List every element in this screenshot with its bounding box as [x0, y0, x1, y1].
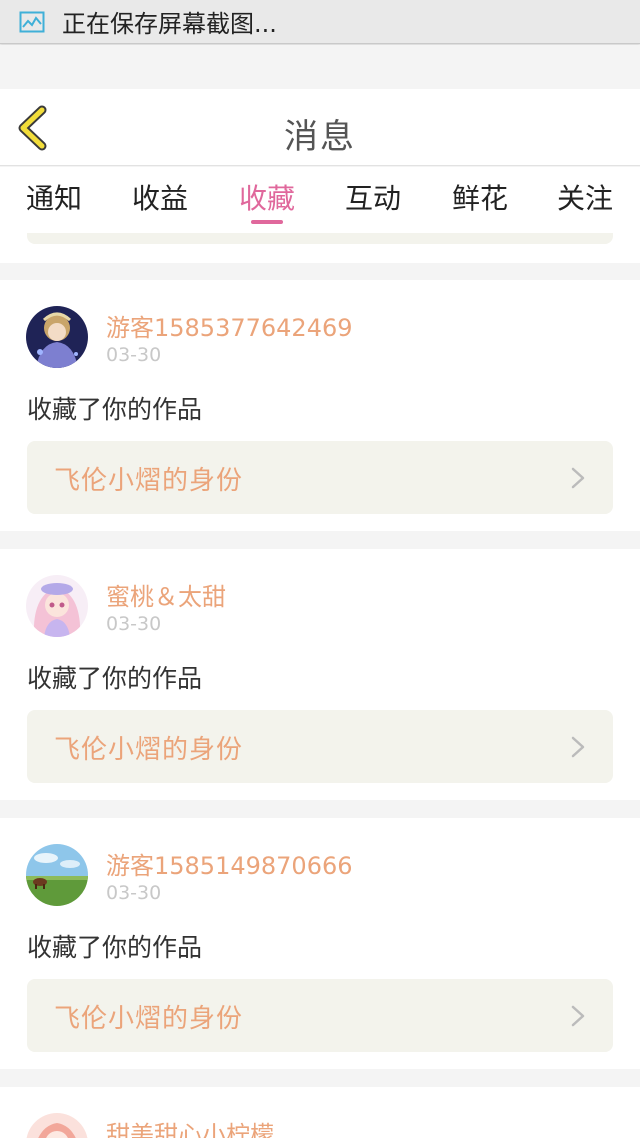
tab-bar: 通知 收益 收藏 互动 鲜花 关注 — [0, 167, 640, 233]
username[interactable]: 游客1585149870666 — [106, 846, 353, 881]
avatar[interactable] — [26, 575, 88, 637]
message-card: 游客1585377642469 03-30 收藏了你的作品 飞伦小熠的身份 — [0, 280, 640, 531]
message-date: 03-30 — [106, 882, 162, 904]
active-tab-indicator — [251, 220, 283, 224]
avatar[interactable] — [26, 1113, 88, 1138]
tab-follows[interactable]: 关注 — [550, 177, 620, 217]
message-text: 收藏了你的作品 — [27, 664, 203, 693]
message-card: 蜜桃＆太甜 03-30 收藏了你的作品 飞伦小熠的身份 — [0, 549, 640, 800]
status-text: 正在保存屏幕截图... — [62, 10, 277, 38]
work-link[interactable]: 飞伦小熠的身份 — [27, 979, 613, 1052]
message-text: 收藏了你的作品 — [27, 933, 203, 962]
username[interactable]: 蜜桃＆太甜 — [106, 577, 226, 612]
tab-interactions[interactable]: 互动 — [338, 177, 408, 217]
avatar[interactable] — [26, 306, 88, 368]
chevron-right-icon — [571, 467, 585, 489]
header: 消息 — [0, 89, 640, 166]
page-title: 消息 — [284, 117, 356, 157]
work-title: 飞伦小熠的身份 — [54, 1004, 244, 1034]
message-card: 甜美甜心小柠檬 — [0, 1087, 640, 1138]
message-card: 游客1585149870666 03-30 收藏了你的作品 飞伦小熠的身份 — [0, 818, 640, 1069]
message-card-partial — [0, 233, 640, 263]
screenshot-icon — [18, 8, 46, 36]
tab-notifications[interactable]: 通知 — [19, 177, 89, 217]
chevron-right-icon — [571, 1005, 585, 1027]
work-link-partial[interactable] — [27, 233, 613, 244]
message-date: 03-30 — [106, 613, 162, 635]
avatar[interactable] — [26, 844, 88, 906]
tab-earnings[interactable]: 收益 — [125, 177, 195, 217]
username[interactable]: 游客1585377642469 — [106, 308, 353, 343]
chevron-right-icon — [571, 736, 585, 758]
status-bar: 正在保存屏幕截图... — [0, 0, 640, 44]
work-link[interactable]: 飞伦小熠的身份 — [27, 441, 613, 514]
work-title: 飞伦小熠的身份 — [54, 466, 244, 496]
spacer — [0, 45, 640, 89]
work-link[interactable]: 飞伦小熠的身份 — [27, 710, 613, 783]
message-text: 收藏了你的作品 — [27, 395, 203, 424]
tab-favorites[interactable]: 收藏 — [232, 177, 302, 217]
work-title: 飞伦小熠的身份 — [54, 735, 244, 765]
tab-flowers[interactable]: 鲜花 — [445, 177, 515, 217]
message-date: 03-30 — [106, 344, 162, 366]
username[interactable]: 甜美甜心小柠檬 — [106, 1115, 274, 1138]
